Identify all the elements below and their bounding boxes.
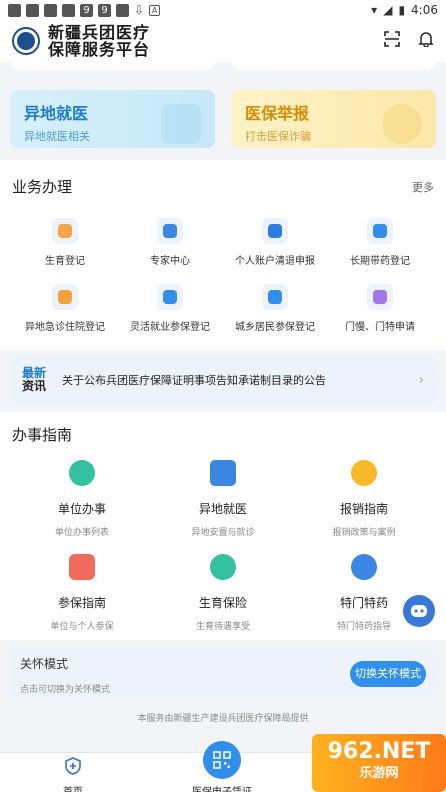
tab-label: 首页 (23, 783, 123, 792)
scrolled-card (231, 60, 436, 70)
biz-item-flexible-insurance[interactable]: 灵活就业参保登记 (120, 284, 220, 333)
guide-item-unit-affairs[interactable]: 单位办事 单位办事列表 (12, 460, 152, 538)
biz-label: 长期带药登记 (350, 256, 410, 267)
shield-check-icon (69, 554, 95, 580)
site-watermark: 962.NET 乐游网 (312, 734, 446, 792)
biz-label: 灵活就业参保登记 (130, 322, 210, 333)
assistant-robot-icon[interactable] (403, 595, 435, 627)
news-tag-line2: 资讯 (22, 379, 47, 393)
biz-label: 个人账户清退申报 (235, 256, 315, 267)
shield-cross-icon (161, 104, 201, 144)
news-headline[interactable]: 关于公布兵团医疗保障证明事项告知承诺制目录的公告 (62, 372, 326, 388)
biz-item-birth-registration[interactable]: 生育登记 (15, 218, 115, 267)
notification-icon (26, 3, 39, 17)
shield-icon (157, 284, 183, 310)
biz-item-account-refund[interactable]: 个人账户清退申报 (225, 218, 325, 267)
guide-item-reimbursement[interactable]: 报销指南 报销政策与案例 (294, 460, 434, 538)
section-title: 业务办理 (12, 178, 73, 196)
switch-care-mode-button[interactable]: 切换关怀模式 (350, 661, 426, 687)
biz-label: 异地急诊住院登记 (25, 322, 105, 333)
tab-label: 医保电子凭证 (172, 783, 272, 792)
tab-e-card[interactable]: 医保电子凭证 (172, 779, 272, 792)
status-left-icons: 9 9 ⇩ A (8, 3, 161, 17)
guide-subtitle: 单位办事列表 (54, 528, 109, 538)
notification-icon: 9 (98, 3, 111, 17)
shield-home-icon (65, 757, 81, 775)
baby-icon (52, 218, 78, 244)
notification-icon: 9 (80, 3, 93, 17)
status-bar: 9 9 ⇩ A ▾ ◢ ▮ 4:06 (0, 0, 446, 20)
service-provider-note: 本服务由新疆生产建设兵团医疗保障局提供 (137, 714, 309, 724)
guide-subtitle: 异地安置与就诊 (191, 528, 255, 538)
scan-icon[interactable] (384, 31, 400, 51)
watermark-text: 962.NET (327, 739, 431, 764)
chevron-right-icon: › (418, 372, 424, 388)
guide-item-remote-medical[interactable]: 异地就医 异地安置与就诊 (153, 460, 293, 538)
news-bar[interactable]: 最新 资讯 关于公布兵团医疗保障证明事项告知承诺制目录的公告 › (10, 355, 436, 405)
biz-label: 专家中心 (150, 256, 190, 267)
scrolled-cards (0, 60, 446, 72)
qr-code-button[interactable] (203, 741, 241, 779)
app-title-line2: 保障服务平台 (48, 40, 151, 59)
biz-label: 门慢、门特申请 (345, 322, 415, 333)
unit-icon (69, 460, 95, 486)
scrolled-card (10, 60, 215, 70)
news-tag: 最新 资讯 (22, 367, 48, 393)
banner-report[interactable]: 医保举报 打击医保诈骗 (231, 90, 436, 148)
guide-subtitle: 单位与个人参保 (50, 622, 114, 632)
biz-label: 生育登记 (45, 256, 85, 267)
download-icon: ⇩ (134, 3, 145, 17)
guide-subtitle: 报销政策与案例 (332, 528, 396, 538)
heart-icon (351, 554, 377, 580)
biz-item-resident-insurance[interactable]: 城乡居民参保登记 (225, 284, 325, 333)
signal-icon: ◢ (383, 3, 393, 17)
bell-icon[interactable] (418, 31, 434, 51)
section-title: 办事指南 (12, 426, 73, 444)
business-panel: 业务办理 更多 生育登记 专家中心 个人账户清退申报 长期带药登记 异地急诊住院… (0, 160, 446, 350)
notification-icon (44, 3, 57, 17)
house-icon (262, 284, 288, 310)
doctor-icon (157, 218, 183, 244)
notification-icon (8, 3, 21, 17)
diamond-icon (367, 284, 393, 310)
battery-icon: ▮ (398, 3, 406, 17)
guide-subtitle: 生育待遇享受 (195, 622, 250, 632)
maternity-icon (210, 554, 236, 580)
pill-icon (367, 218, 393, 244)
care-mode-panel: 关怀模式 点击可切换为关怀模式 切换关怀模式 (10, 647, 436, 699)
app-title: 新疆兵团医疗 保障服务平台 (48, 24, 150, 58)
star-icon (351, 460, 377, 486)
banner-remote-medical[interactable]: 异地就医 异地就医相关 (10, 90, 215, 148)
tab-home[interactable]: 首页 (23, 757, 123, 792)
notification-icon: A (149, 4, 161, 16)
guide-title: 单位办事 (57, 502, 106, 516)
guide-title: 报销指南 (339, 502, 388, 516)
hospital-icon (52, 284, 78, 310)
app-logo (12, 27, 40, 55)
biz-item-outpatient-application[interactable]: 门慢、门特申请 (330, 284, 430, 333)
guide-title: 参保指南 (57, 596, 106, 610)
app-header: 新疆兵团医疗 保障服务平台 (0, 20, 446, 62)
guide-title: 生育保险 (198, 596, 247, 610)
guide-panel: 办事指南 单位办事 单位办事列表 异地就医 异地安置与就诊 报销指南 报销政策与… (0, 412, 446, 640)
clock: 4:06 (411, 3, 438, 17)
biz-item-long-term-medicine[interactable]: 长期带药登记 (330, 218, 430, 267)
app-title-line1: 新疆兵团医疗 (48, 23, 151, 42)
biz-item-emergency-registration[interactable]: 异地急诊住院登记 (15, 284, 115, 333)
wifi-icon: ▾ (371, 3, 378, 17)
notification-icon (62, 3, 75, 17)
wallet-icon (262, 218, 288, 244)
more-link[interactable]: 更多 (412, 179, 434, 195)
coin-icon (382, 104, 422, 144)
biz-item-expert-center[interactable]: 专家中心 (120, 218, 220, 267)
biz-label: 城乡居民参保登记 (235, 322, 315, 333)
document-icon (210, 460, 236, 486)
watermark-subtext: 乐游网 (359, 766, 399, 781)
qr-code-icon (213, 751, 231, 769)
guide-item-insurance[interactable]: 参保指南 单位与个人参保 (12, 554, 152, 632)
notification-icon (116, 3, 129, 17)
guide-title: 异地就医 (198, 502, 247, 516)
guide-item-maternity[interactable]: 生育保险 生育待遇享受 (153, 554, 293, 632)
